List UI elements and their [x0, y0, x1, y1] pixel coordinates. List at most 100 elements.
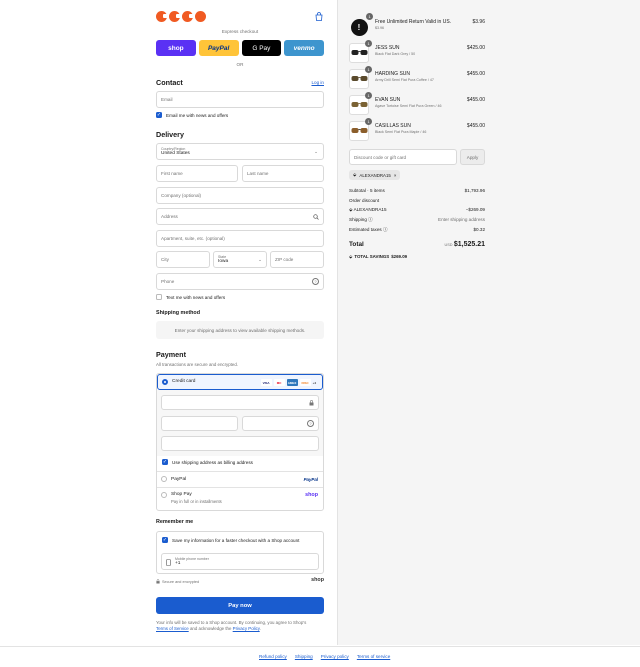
payment-heading: Payment — [156, 350, 186, 359]
tag-icon: ⬙ — [349, 254, 353, 259]
shipping-link[interactable]: Shipping — [295, 654, 313, 659]
total-savings: ⬙ TOTAL SAVINGS $269.09 — [349, 254, 408, 259]
payment-subtitle: All transactions are secure and encrypte… — [156, 362, 239, 367]
phone-field[interactable]: Phone ? — [156, 273, 324, 290]
lock-icon — [309, 400, 314, 406]
shop-logo: shop — [305, 492, 318, 498]
sunglasses-icon — [351, 128, 367, 133]
cart-icon[interactable] — [315, 12, 323, 21]
zip-field[interactable]: ZIP code — [270, 251, 324, 268]
venmo-button[interactable]: venmo — [284, 40, 324, 56]
secure-note: Secure and encrypted — [156, 579, 199, 584]
paypal-button[interactable]: PayPal — [198, 40, 239, 56]
discount-code-input[interactable]: Discount code or gift card — [349, 149, 457, 165]
shop-pay-button[interactable]: shop — [156, 40, 196, 56]
privacy-link[interactable]: Privacy Policy — [233, 626, 260, 631]
email-field[interactable]: Email — [156, 91, 324, 108]
checkbox-checked-icon: ✓ — [156, 112, 162, 118]
state-select[interactable]: State Iowa ⌄ — [213, 251, 267, 268]
amex-icon: AMEX — [286, 379, 298, 386]
checkbox-checked-icon: ✓ — [162, 459, 168, 465]
apply-button[interactable]: Apply — [460, 149, 485, 165]
brand-logo[interactable] — [156, 11, 206, 22]
discount-tag: ⬙ ALEXANDRA15 × — [349, 170, 401, 180]
card-number-field[interactable] — [161, 395, 319, 410]
checkbox-checked-icon: ✓ — [162, 537, 168, 543]
close-icon[interactable]: × — [394, 173, 397, 178]
remember-me-heading: Remember me — [156, 519, 194, 525]
search-icon — [313, 214, 319, 220]
mastercard-icon: MC — [273, 379, 285, 386]
tag-icon: ⬙ — [353, 172, 357, 177]
country-select[interactable]: Country/Region United States ⌄ — [156, 143, 324, 160]
currency-label: USD — [444, 243, 453, 247]
sunglasses-icon — [351, 50, 367, 55]
google-pay-button[interactable]: G Pay — [241, 40, 282, 56]
list-item: 1 HARDING SUN Army Drill Semi Flat Pura … — [349, 66, 485, 89]
last-name-field[interactable]: Last name — [242, 165, 324, 182]
credit-card-option[interactable]: Credit card VISA MC AMEX DISC +4 — [157, 374, 323, 390]
terms-of-service-link[interactable]: Terms of service — [357, 654, 390, 659]
list-item: 1 EVAN SUN Agave Tortoise Semi Flat Pura… — [349, 92, 485, 115]
more-cards-count: +4 — [312, 380, 316, 385]
discount-value: −$269.09 — [465, 207, 485, 212]
mobile-icon — [166, 559, 171, 566]
refund-policy-link[interactable]: Refund policy — [259, 654, 287, 659]
apartment-field[interactable]: Apartment, suite, etc. (optional) — [156, 230, 324, 247]
paypal-logo: PayPal — [303, 477, 318, 482]
name-on-card-field[interactable] — [161, 436, 319, 451]
total-value: $1,525.21 — [453, 241, 485, 248]
text-news-checkbox[interactable]: Text me with news and offers — [156, 294, 225, 300]
save-info-checkbox[interactable]: ✓ Save my information for a faster checko… — [162, 537, 299, 543]
email-news-checkbox[interactable]: ✓ Email me with news and offers — [156, 112, 228, 118]
list-item: 1 JESS SUN Black Flat Dark Grey / 50 $42… — [349, 40, 485, 63]
shipping-value: Enter shipping address — [438, 217, 485, 222]
pay-now-button[interactable]: Pay now — [156, 597, 324, 614]
first-name-field[interactable]: First name — [156, 165, 238, 182]
help-icon[interactable]: ? — [312, 278, 319, 285]
shipping-method-heading: Shipping method — [156, 310, 201, 316]
security-code-field[interactable]: ? — [242, 416, 319, 431]
lock-icon — [156, 579, 160, 584]
expiration-field[interactable] — [161, 416, 238, 431]
shipping-label: Shipping ⓘ — [349, 217, 373, 222]
contact-heading: Contact — [156, 78, 183, 87]
list-item: ! 1 Free Unlimited Return Valid in US. $… — [349, 13, 485, 37]
help-icon[interactable]: ⓘ — [383, 227, 388, 232]
order-discount-label: Order discount — [349, 198, 380, 203]
subtotal-label: Subtotal · 5 items — [349, 188, 385, 193]
chevron-down-icon: ⌄ — [314, 149, 318, 154]
delivery-heading: Delivery — [156, 130, 184, 139]
city-field[interactable]: City — [156, 251, 210, 268]
mobile-phone-field[interactable]: Mobile phone number +1 — [161, 553, 319, 570]
shop-pay-option[interactable]: Shop Pay Pay in full or in installments … — [157, 488, 323, 510]
sunglasses-icon — [351, 102, 367, 107]
taxes-label: Estimated taxes ⓘ — [349, 227, 388, 232]
remember-me-box: ✓ Save my information for a faster checko… — [156, 531, 324, 574]
sunglasses-icon — [351, 76, 367, 81]
login-link[interactable]: Log in — [311, 80, 324, 85]
visa-icon: VISA — [260, 379, 272, 386]
address-field[interactable]: Address — [156, 208, 324, 225]
radio-selected-icon — [162, 379, 168, 385]
return-shield-icon: ! — [350, 18, 368, 36]
help-icon[interactable]: ⓘ — [368, 217, 373, 222]
express-checkout-label: Express checkout — [221, 29, 259, 34]
help-icon[interactable]: ? — [307, 420, 314, 427]
terms-link[interactable]: Terms of Service — [156, 626, 189, 631]
shipping-method-note: Enter your shipping address to view avai… — [156, 321, 324, 339]
privacy-policy-link[interactable]: Privacy policy — [321, 654, 349, 659]
total-label: Total — [349, 241, 364, 248]
footer-links: Refund policy Shipping Privacy policy Te… — [259, 654, 390, 659]
chevron-down-icon: ⌄ — [258, 257, 262, 262]
or-divider: OR — [236, 62, 244, 67]
discount-code-label: ⬙ ALEXANDRA15 — [349, 207, 387, 212]
company-field[interactable]: Company (optional) — [156, 187, 324, 204]
shop-logo: shop — [311, 577, 324, 583]
payment-methods: Credit card VISA MC AMEX DISC +4 ? ✓ Use … — [156, 373, 324, 511]
paypal-option[interactable]: PayPal PayPal — [157, 472, 323, 487]
taxes-value: $0.32 — [473, 227, 486, 232]
billing-same-checkbox[interactable]: ✓ Use shipping address as billing address — [162, 459, 253, 465]
list-item: 1 CASILLAS SUN Black Semi Flat Pura Mapl… — [349, 118, 485, 141]
legal-text: Your info will be saved to a Shop accoun… — [156, 620, 307, 632]
